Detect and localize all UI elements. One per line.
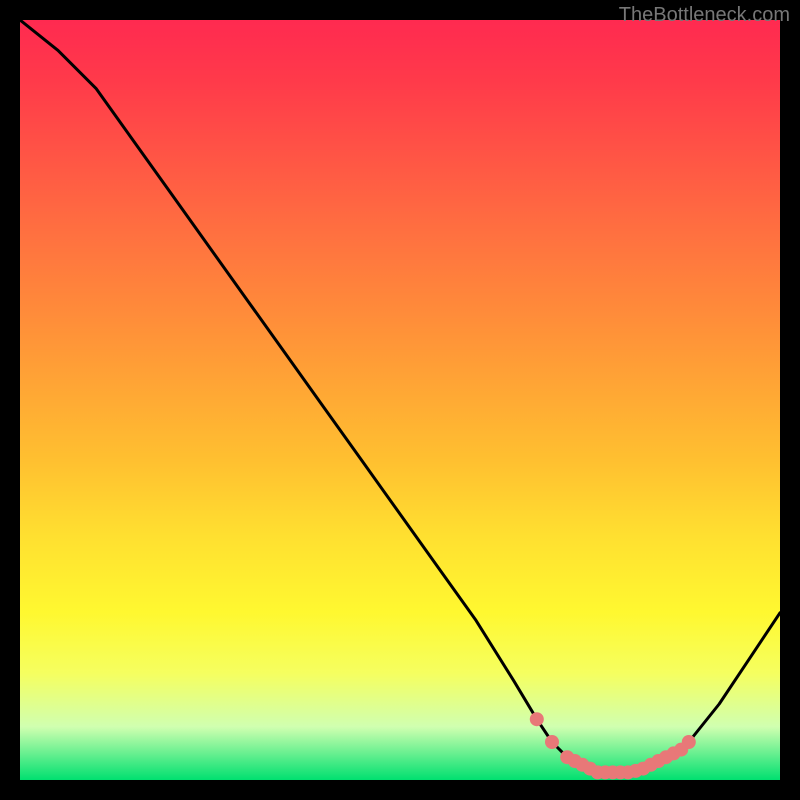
marker-dot: [530, 712, 544, 726]
attribution-text: TheBottleneck.com: [619, 4, 790, 27]
chart-svg: [20, 20, 780, 780]
highlight-markers: [530, 712, 696, 779]
marker-dot: [545, 735, 559, 749]
plot-area: [20, 20, 780, 780]
bottleneck-curve: [20, 20, 780, 772]
marker-dot: [682, 735, 696, 749]
